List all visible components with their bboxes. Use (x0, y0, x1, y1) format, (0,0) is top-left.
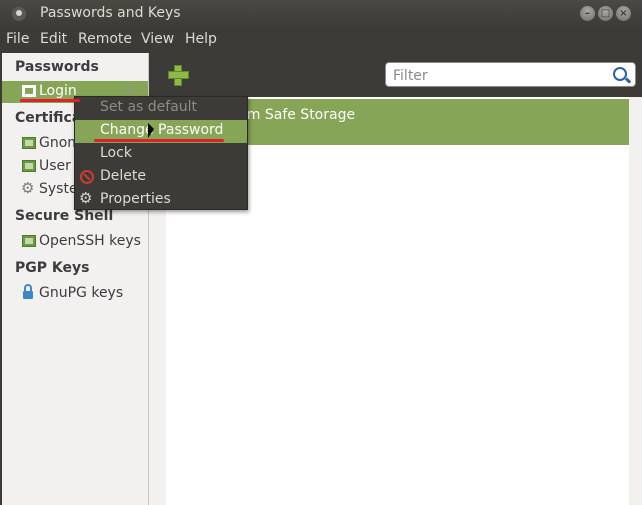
menu-item-label: Set as default (100, 99, 198, 115)
menu-remote[interactable]: Remote (78, 31, 132, 47)
sidebar-item-gnupg-keys[interactable]: GnuPG keys (2, 283, 148, 305)
folder-icon (22, 235, 36, 247)
title-bar: Passwords and Keys – □ × (0, 0, 642, 28)
search-box[interactable] (385, 62, 636, 87)
sidebar-item-label: OpenSSH keys (39, 233, 141, 249)
section-heading-passwords: Passwords (15, 59, 99, 75)
sidebar-item-label: GnuPG keys (39, 285, 124, 301)
toolbar (149, 53, 642, 97)
lock-icon (22, 284, 34, 300)
sidebar-item-label: Login (39, 83, 77, 99)
folder-icon (22, 85, 36, 97)
window-title: Passwords and Keys (40, 5, 181, 21)
menu-item-label: Change Password (100, 122, 224, 138)
menu-item-label: Delete (100, 168, 146, 184)
annotation-underline-login (20, 99, 80, 102)
close-button[interactable]: × (616, 6, 631, 21)
sidebar-item-label: Syste (39, 181, 78, 197)
menu-edit[interactable]: Edit (40, 31, 67, 47)
sidebar-item-label: User (39, 158, 71, 174)
menu-bar: File Edit Remote View Help (0, 28, 642, 53)
folder-icon (22, 137, 36, 149)
minimize-button[interactable]: – (580, 6, 595, 21)
content-margin-right (629, 97, 642, 505)
list-item-label: ium Safe Storage (234, 107, 356, 123)
lock-icon: 🔓︎ (126, 82, 135, 97)
gear-icon: ⚙ (79, 189, 93, 207)
menu-item-label: Lock (100, 145, 132, 161)
mouse-cursor (148, 123, 154, 138)
add-icon[interactable] (167, 64, 189, 86)
menu-item-label: Properties (100, 191, 171, 207)
app-icon (12, 7, 26, 21)
delete-icon (80, 170, 94, 184)
search-icon[interactable] (613, 67, 627, 81)
menu-item-lock[interactable]: Lock (75, 143, 247, 166)
gear-icon: ⚙ (21, 179, 35, 197)
sidebar-item-openssh-keys[interactable]: OpenSSH keys (2, 231, 148, 253)
section-heading-certificates: Certifica (15, 110, 82, 126)
search-input[interactable] (391, 65, 605, 86)
annotation-underline-change-password (94, 139, 224, 142)
section-heading-pgp-keys: PGP Keys (15, 260, 90, 276)
menu-help[interactable]: Help (185, 31, 217, 47)
menu-item-delete[interactable]: Delete (75, 166, 247, 189)
menu-view[interactable]: View (141, 31, 174, 47)
context-menu: Set as default Change Password Lock Dele… (74, 96, 248, 210)
menu-item-properties[interactable]: ⚙ Properties (75, 189, 247, 212)
menu-item-set-as-default: Set as default (75, 97, 247, 120)
menu-file[interactable]: File (6, 31, 29, 47)
folder-icon (22, 160, 36, 172)
maximize-button[interactable]: □ (598, 6, 613, 21)
